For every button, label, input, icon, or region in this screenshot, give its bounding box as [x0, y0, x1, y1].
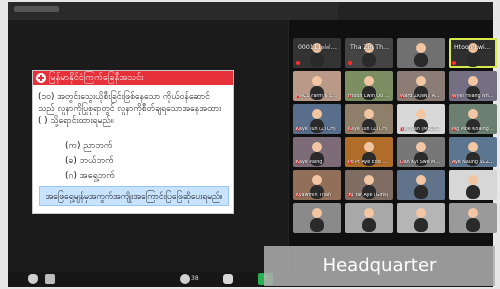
- participant-tile[interactable]: [397, 203, 445, 233]
- participant-tile[interactable]: [397, 170, 445, 200]
- participant-avatar: [362, 53, 376, 67]
- participant-name: Nai Wah (MRCS): [400, 127, 439, 132]
- participant-tile[interactable]: Htoon Lwin Oo...: [449, 38, 497, 68]
- share-header: [8, 2, 338, 20]
- participant-name: Mg Moe Khaing Sae: [452, 127, 494, 132]
- participant-name: Kaye Tun (ZTCH): [348, 127, 388, 132]
- red-cross-logo-icon: [36, 73, 46, 83]
- quiz-question: (၁၀) အတွင်းသွေးယိုစီးခြင်းဖြစ်နေသော ကိုယ…: [38, 92, 222, 126]
- zoom-meeting-screen: မြန်မာနိုင်ငံကြက်ခြေနီအသင်း (၁၀) အတွင်းသ…: [0, 0, 500, 289]
- option-a: (က) ညာဘက်: [65, 141, 113, 151]
- participant-avatar: [414, 218, 428, 232]
- participant-name: 000111ဓါဓါဓါ...: [298, 44, 338, 51]
- participant-tile[interactable]: [449, 170, 497, 200]
- participant-name: Htoon Lwin Oo...: [454, 44, 494, 51]
- watermark-label: Headquarter: [264, 246, 495, 286]
- participant-tile[interactable]: Kaye Tun (ZTCH): [293, 104, 341, 134]
- participant-name: Dan Kyi Swe Mau Kyi: [400, 160, 442, 165]
- participant-avatar: [414, 53, 428, 67]
- option-b: (ခ) ဘယ်ဘက်: [65, 156, 114, 166]
- participant-tile[interactable]: 000111ဓါဓါဓါ...: [293, 38, 341, 68]
- participant-name: Ward ZKNNT Aye Cha...: [400, 94, 442, 99]
- participant-tile[interactable]: [397, 38, 445, 68]
- participant-name: MRCS Farm 6 El Mon: [296, 94, 338, 99]
- participant-tile[interactable]: Mg Moe Khaing Sae: [449, 104, 497, 134]
- participant-avatar: [310, 218, 324, 232]
- participant-tile[interactable]: MRCS Farm 6 El Mon: [293, 71, 341, 101]
- participants-icon[interactable]: [180, 274, 190, 284]
- answer-instruction: အဖြေရှေ့မျန်မှအကွက်အကျိုးအကြောင်းပြဖြေဆိ…: [39, 186, 229, 206]
- mic-icon[interactable]: [28, 274, 38, 284]
- participants-gallery: 000111ဓါဓါဓါ... Tha Zin Than Htoon Lwin Oo…: [289, 20, 497, 272]
- participant-tile[interactable]: Nai Wah (MRCS): [397, 104, 445, 134]
- chat-icon[interactable]: [223, 274, 233, 284]
- participant-name: Yu Yar Aye (Girls): [348, 193, 389, 198]
- participant-name: Kaye Tun (ZTCH): [296, 127, 336, 132]
- participant-avatar: [466, 53, 480, 67]
- meeting-window: မြန်မာနိုင်ငံကြက်ခြေနီအသင်း (၁၀) အတွင်းသ…: [8, 2, 497, 287]
- participant-avatar: [414, 185, 428, 199]
- participant-avatar: [466, 185, 480, 199]
- participant-count: 38: [191, 275, 199, 282]
- option-c: (ဂ) အရှေ့ဘက်: [65, 171, 115, 181]
- participant-avatar: [466, 218, 480, 232]
- answer-options: (က) ညာဘက် (ခ) ဘယ်ဘက် (ဂ) အရှေ့ဘက်: [65, 139, 115, 184]
- participant-name: Kyawmin Than: [296, 193, 332, 198]
- participant-tile[interactable]: Kaye Tun (ZTCH): [345, 104, 393, 134]
- participant-tile[interactable]: Yu Yar Aye (Girls): [345, 170, 393, 200]
- participant-name: Aye Naung SCZH...: [452, 160, 494, 165]
- participant-avatar: [310, 53, 324, 67]
- slide-header-title: မြန်မာနိုင်ငံကြက်ခြေနီအသင်း: [49, 73, 144, 83]
- participant-name: Kaye Paing: [296, 160, 323, 165]
- participant-tile[interactable]: [345, 203, 393, 233]
- participant-tile[interactable]: Po Pt Aye Eoo ZHPK...: [345, 137, 393, 167]
- participant-tile[interactable]: Kaye Paing: [293, 137, 341, 167]
- shared-screen-label: [14, 6, 59, 12]
- participant-tile[interactable]: Dan Kyi Swe Mau Kyi: [397, 137, 445, 167]
- muted-mic-icon: [452, 61, 456, 65]
- presentation-slide: မြန်မာနိုင်ငံကြက်ခြေနီအသင်း (၁၀) အတွင်းသ…: [32, 70, 234, 214]
- participant-tile[interactable]: Kyawmin Than: [293, 170, 341, 200]
- participant-tile[interactable]: [293, 203, 341, 233]
- participant-tile[interactable]: Tha Zin Than: [345, 38, 393, 68]
- muted-mic-icon: [348, 61, 352, 65]
- participant-tile[interactable]: [449, 203, 497, 233]
- video-icon[interactable]: [45, 274, 55, 284]
- participant-name: Po Pt Aye Eoo ZHPK...: [348, 160, 390, 165]
- participant-tile[interactable]: Ward ZKNNT Aye Cha...: [397, 71, 445, 101]
- participant-tile[interactable]: Htoon Lwin Oo MRCS: [345, 71, 393, 101]
- muted-mic-icon: [296, 61, 300, 65]
- participant-tile[interactable]: Aye Naung SCZH...: [449, 137, 497, 167]
- participant-avatar: [362, 218, 376, 232]
- participant-tile[interactable]: Wyei Hliang Nne Eme...: [449, 71, 497, 101]
- participant-name: Tha Zin Than: [350, 44, 390, 51]
- slide-header: မြန်မာနိုင်ငံကြက်ခြေနီအသင်း: [33, 71, 233, 85]
- participant-name: Wyei Hliang Nne Eme...: [452, 94, 494, 99]
- participant-name: Htoon Lwin Oo MRCS: [348, 94, 390, 99]
